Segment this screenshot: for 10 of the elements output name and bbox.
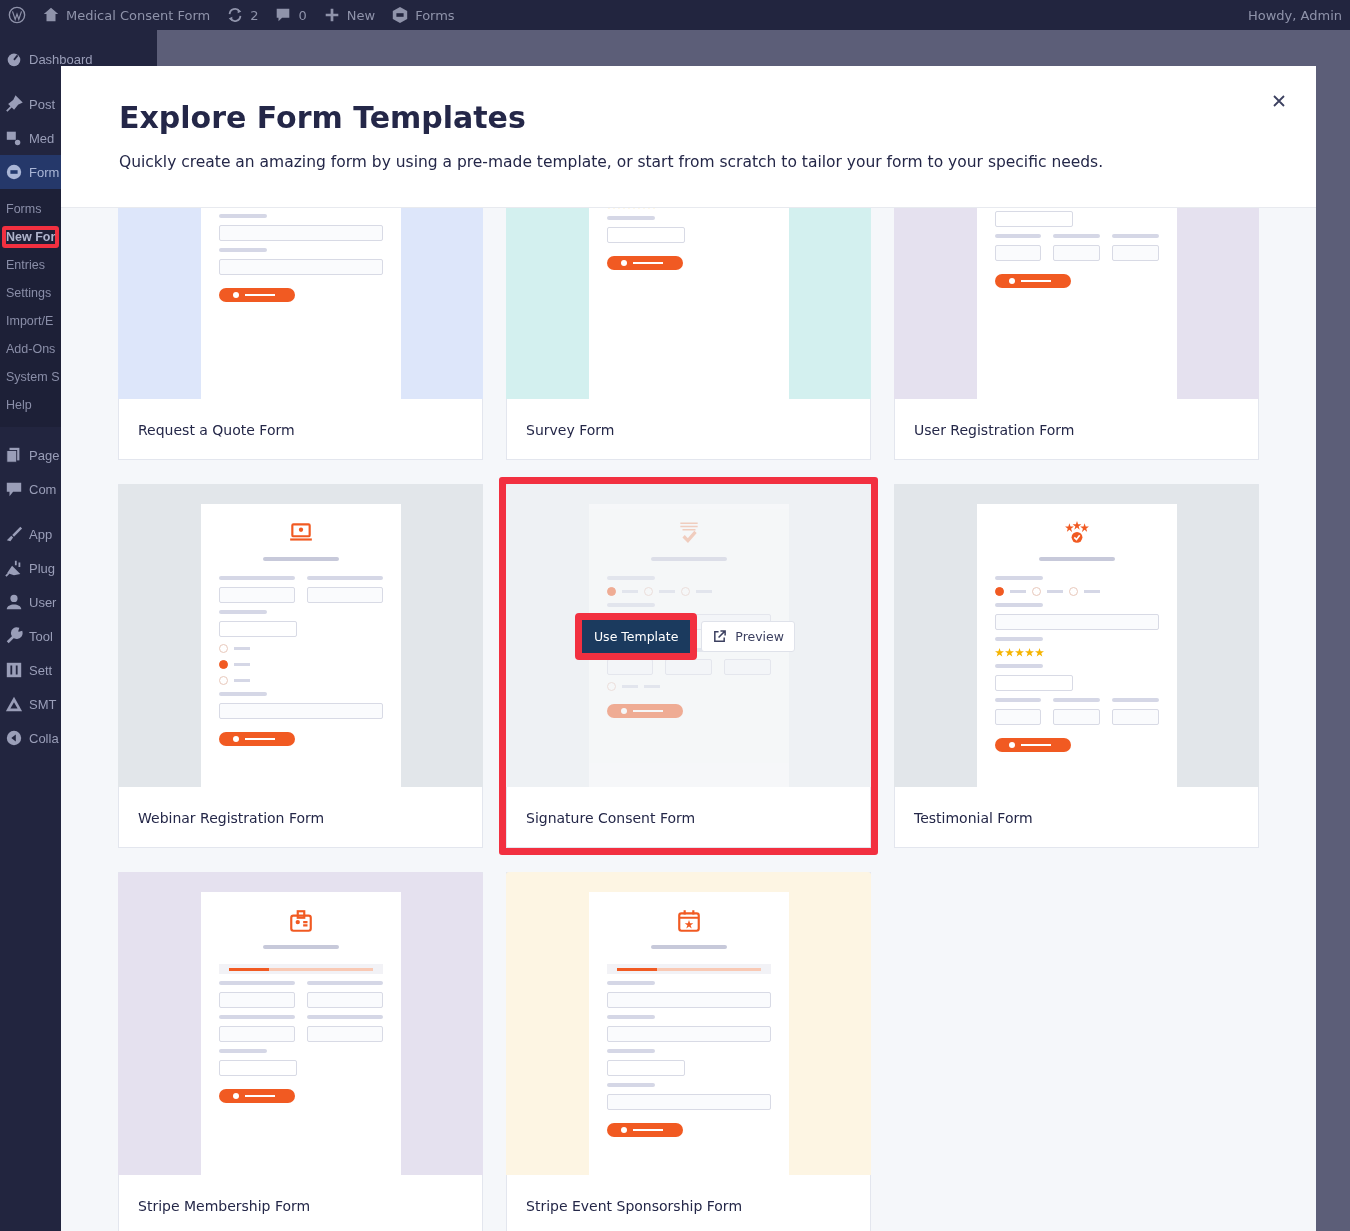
- template-title: Signature Consent Form: [525, 808, 697, 828]
- template-title: User Registration Form: [913, 420, 1076, 440]
- template-title: Stripe Event Sponsorship Form: [525, 1196, 743, 1216]
- template-title: Webinar Registration Form: [137, 808, 326, 828]
- template-title: Survey Form: [525, 420, 616, 440]
- modal-subtitle: Quickly create an amazing form by using a pre-made template, or start from scratch to tailor your form to your specific needs.: [119, 153, 1105, 171]
- template-title: Stripe Membership Form: [137, 1196, 312, 1216]
- template-title: Request a Quote Form: [137, 420, 296, 440]
- modal-title: Explore Form Templates: [119, 100, 527, 135]
- template-title: Testimonial Form: [913, 808, 1034, 828]
